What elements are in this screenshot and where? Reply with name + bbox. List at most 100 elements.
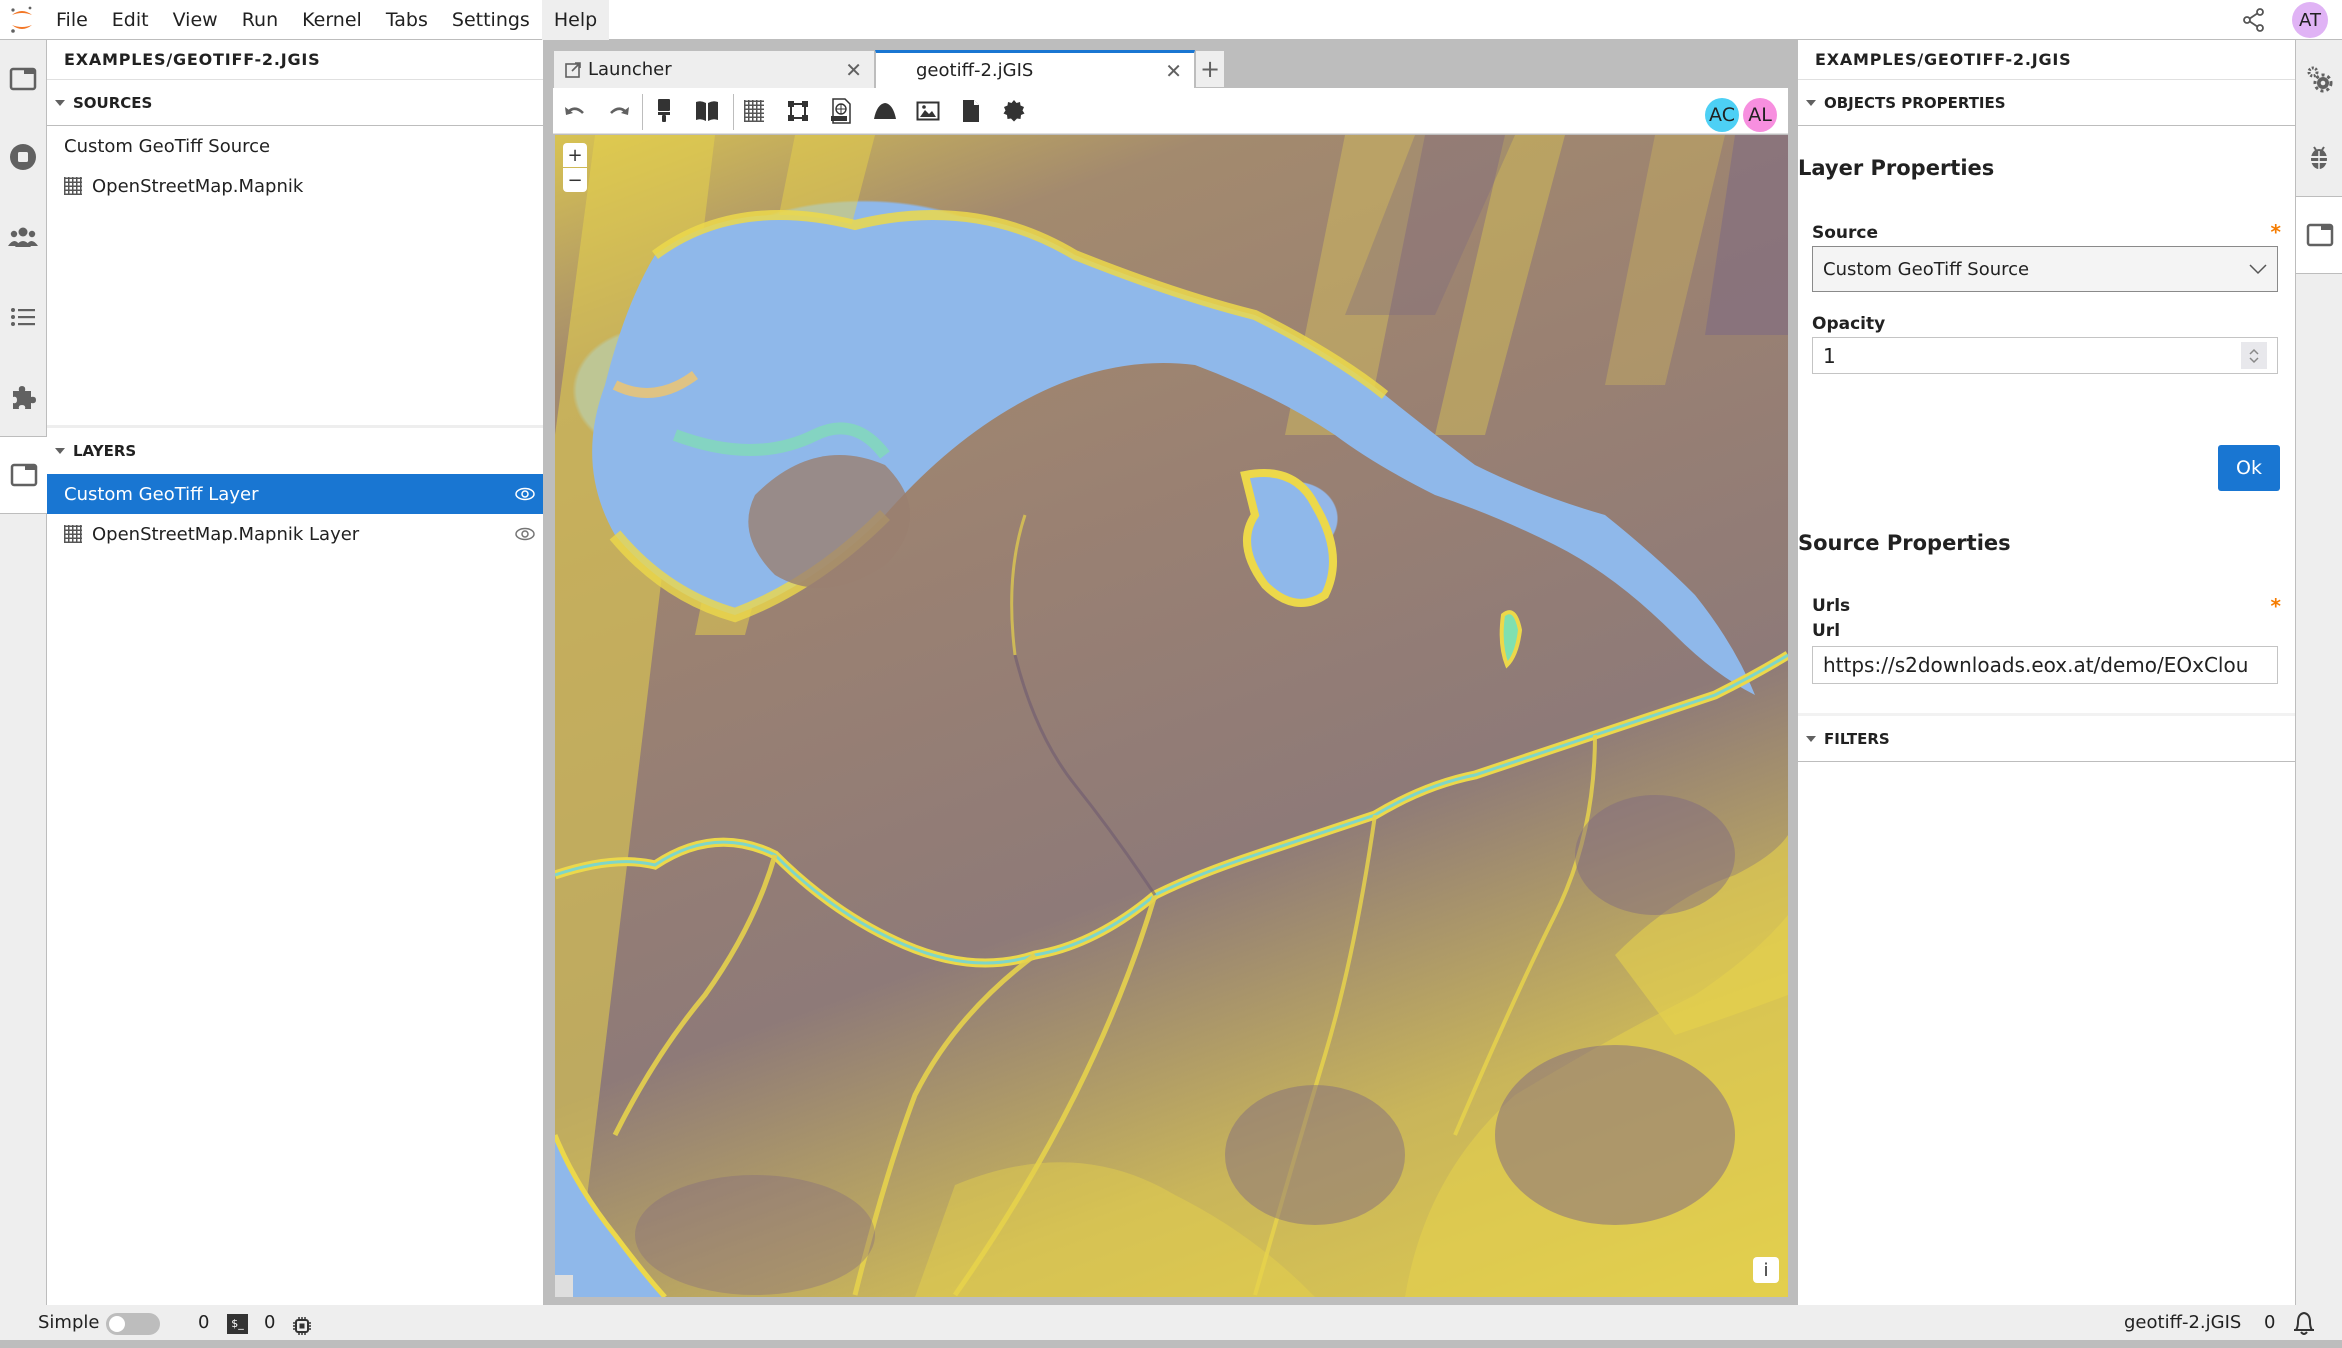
- tab-launcher[interactable]: Launcher ✕: [553, 50, 875, 88]
- map-toolbar: AC AL: [553, 88, 1788, 134]
- caret-down-icon: [55, 99, 65, 106]
- collaborator-avatar[interactable]: AC: [1705, 98, 1739, 132]
- property-inspector-tab[interactable]: [0, 40, 46, 118]
- object-properties-panel: EXAMPLES/GEOTIFF-2.JGIS OBJECTS PROPERTI…: [1798, 40, 2295, 1305]
- raster-grid-icon: [64, 525, 82, 543]
- launch-icon: [565, 61, 581, 78]
- geojson-file-icon: [831, 98, 851, 124]
- settings-tab[interactable]: [2296, 40, 2342, 118]
- close-icon[interactable]: ✕: [1165, 59, 1182, 83]
- document-name: geotiff-2.jGIS: [2124, 1312, 2242, 1333]
- layer-item[interactable]: OpenStreetMap.Mapnik Layer: [47, 514, 543, 554]
- url-input[interactable]: https://s2downloads.eox.at/demo/EOxClou: [1812, 646, 2278, 684]
- menu-kernel[interactable]: Kernel: [290, 0, 374, 40]
- menu-run[interactable]: Run: [230, 0, 290, 40]
- puzzle-icon: [13, 386, 36, 409]
- menu-edit[interactable]: Edit: [100, 0, 161, 40]
- menu-help[interactable]: Help: [541, 0, 610, 40]
- panel-title: EXAMPLES/GEOTIFF-2.JGIS: [1798, 40, 2295, 80]
- table-of-contents-tab[interactable]: [0, 278, 46, 356]
- filters-header[interactable]: FILTERS: [1798, 716, 2295, 762]
- layer-browser-button[interactable]: [693, 97, 721, 125]
- ok-button[interactable]: Ok: [2218, 445, 2280, 491]
- new-image-layer-button[interactable]: [914, 97, 942, 125]
- notifications-count[interactable]: 0: [2264, 1305, 2275, 1340]
- user-avatar[interactable]: AT: [2292, 2, 2328, 38]
- menu-file[interactable]: File: [44, 0, 100, 40]
- map-canvas[interactable]: + − i: [555, 135, 1788, 1297]
- certificate-badge-icon: [1003, 100, 1025, 122]
- layers-section-header[interactable]: LAYERS: [47, 428, 543, 474]
- opacity-value: 1: [1823, 343, 1836, 368]
- source-item-label: Custom GeoTiff Source: [64, 135, 271, 157]
- collaborators-tab[interactable]: [0, 198, 46, 276]
- layers-panel-tab[interactable]: [0, 436, 48, 514]
- main-dock: Launcher ✕ geotiff-2.jGIS ✕ + AC AL + − …: [553, 50, 1788, 1305]
- window-icon: [9, 67, 37, 91]
- new-hillshade-layer-button[interactable]: [871, 97, 899, 125]
- sources-section-header[interactable]: SOURCES: [47, 80, 543, 126]
- paint-brush-icon: [658, 99, 670, 122]
- source-item[interactable]: Custom GeoTiff Source: [47, 126, 543, 166]
- number-stepper-icon[interactable]: [2241, 342, 2267, 369]
- left-activity-bar: [0, 40, 48, 1305]
- new-vector-layer-button[interactable]: [784, 97, 812, 125]
- layers-panel: EXAMPLES/GEOTIFF-2.JGIS SOURCES Custom G…: [47, 40, 543, 1305]
- debugger-tab[interactable]: [2296, 118, 2342, 196]
- attribution-button[interactable]: i: [1753, 1257, 1779, 1283]
- zoom-out-button[interactable]: −: [563, 168, 587, 192]
- source-item-label: OpenStreetMap.Mapnik: [92, 175, 304, 197]
- terminal-icon[interactable]: $_: [227, 1314, 248, 1334]
- file-icon: [963, 100, 979, 122]
- terminals-count[interactable]: 0: [264, 1305, 275, 1340]
- menu-tabs[interactable]: Tabs: [374, 0, 440, 40]
- urls-label: Urls: [1812, 596, 1851, 616]
- new-shapefile-layer-button[interactable]: [957, 97, 985, 125]
- geotiff-raster: [555, 135, 1788, 1297]
- redo-button[interactable]: [605, 97, 633, 125]
- redo-icon: [610, 107, 629, 115]
- window-icon: [10, 463, 38, 487]
- object-properties-tab[interactable]: [2296, 196, 2342, 274]
- running-sessions-tab[interactable]: [0, 118, 46, 196]
- raster-grid-icon: [64, 177, 82, 195]
- menu-settings[interactable]: Settings: [440, 0, 542, 40]
- symbology-button[interactable]: [650, 97, 678, 125]
- bell-icon[interactable]: [2292, 1310, 2316, 1336]
- objects-properties-header[interactable]: OBJECTS PROPERTIES: [1798, 80, 2295, 126]
- opacity-label: Opacity: [1812, 314, 1886, 334]
- undo-button[interactable]: [561, 97, 589, 125]
- eye-icon[interactable]: [515, 486, 535, 502]
- eye-icon[interactable]: [515, 526, 535, 542]
- close-icon[interactable]: ✕: [845, 58, 862, 82]
- menu-view[interactable]: View: [161, 0, 230, 40]
- source-select-value: Custom GeoTiff Source: [1823, 258, 2030, 280]
- layer-item[interactable]: Custom GeoTiff Layer: [47, 474, 543, 514]
- zoom-in-button[interactable]: +: [563, 143, 587, 167]
- new-geotiff-layer-button[interactable]: [1000, 97, 1028, 125]
- sources-header-label: SOURCES: [73, 93, 153, 112]
- source-select[interactable]: Custom GeoTiff Source: [1812, 246, 2278, 292]
- vector-square-icon: [788, 101, 808, 121]
- mountain-icon: [874, 103, 896, 119]
- book-open-icon: [696, 101, 718, 121]
- new-raster-layer-button[interactable]: [740, 97, 768, 125]
- layer-properties-heading: Layer Properties: [1798, 156, 1995, 180]
- collaborator-avatar[interactable]: AL: [1743, 98, 1777, 132]
- kernels-count[interactable]: 0: [198, 1305, 209, 1340]
- objects-properties-label: OBJECTS PROPERTIES: [1824, 93, 2006, 112]
- jupyter-logo-icon: [0, 0, 44, 40]
- add-tab-button[interactable]: +: [1195, 50, 1225, 88]
- cpu-chip-icon[interactable]: [292, 1313, 312, 1335]
- extensions-tab[interactable]: [0, 358, 46, 436]
- status-bar: Simple 0 $_ 0 geotiff-2.jGIS 0: [0, 1305, 2342, 1340]
- bug-icon: [2311, 146, 2327, 169]
- source-item[interactable]: OpenStreetMap.Mapnik: [47, 166, 543, 206]
- tab-geotiff-2[interactable]: geotiff-2.jGIS ✕: [875, 50, 1195, 88]
- share-icon[interactable]: [2240, 6, 2268, 34]
- opacity-input[interactable]: 1: [1812, 337, 2278, 374]
- simple-mode-toggle[interactable]: [106, 1313, 160, 1335]
- new-geojson-layer-button[interactable]: [827, 97, 855, 125]
- tab-bar: Launcher ✕ geotiff-2.jGIS ✕ +: [553, 50, 1788, 88]
- filters-label: FILTERS: [1824, 729, 1890, 748]
